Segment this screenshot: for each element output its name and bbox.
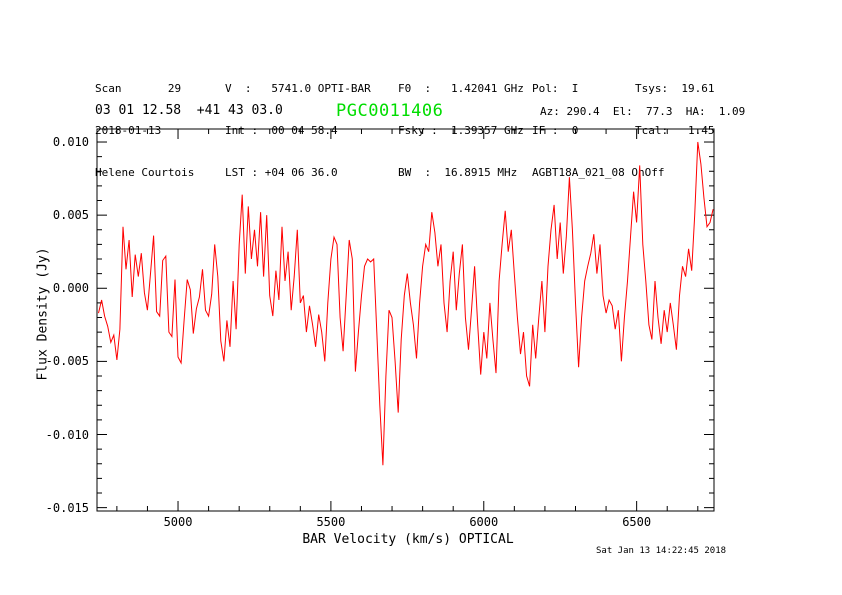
plot-frame [97, 129, 714, 511]
gbtidl-spectrum-page: Scan 29 2018-01-13 Helene Courtois V : 5… [0, 0, 842, 595]
x-axis-ticks [117, 129, 698, 511]
y-tick-label: -0.010 [29, 428, 89, 442]
x-tick-label: 5500 [301, 515, 361, 529]
x-tick-label: 6500 [607, 515, 667, 529]
spectrum-line [99, 142, 714, 465]
plot-timestamp: Sat Jan 13 14:22:45 2018 [596, 546, 726, 556]
x-tick-label: 6000 [454, 515, 514, 529]
y-tick-label: 0.010 [29, 135, 89, 149]
y-axis-ticks [97, 142, 714, 508]
y-tick-label: 0.005 [29, 208, 89, 222]
y-axis-label: Flux Density (Jy) [36, 261, 51, 381]
y-tick-label: -0.015 [29, 501, 89, 515]
spectrum-plot-canvas [0, 0, 842, 595]
x-axis-label: BAR Velocity (km/s) OPTICAL [278, 532, 538, 547]
x-tick-label: 5000 [148, 515, 208, 529]
